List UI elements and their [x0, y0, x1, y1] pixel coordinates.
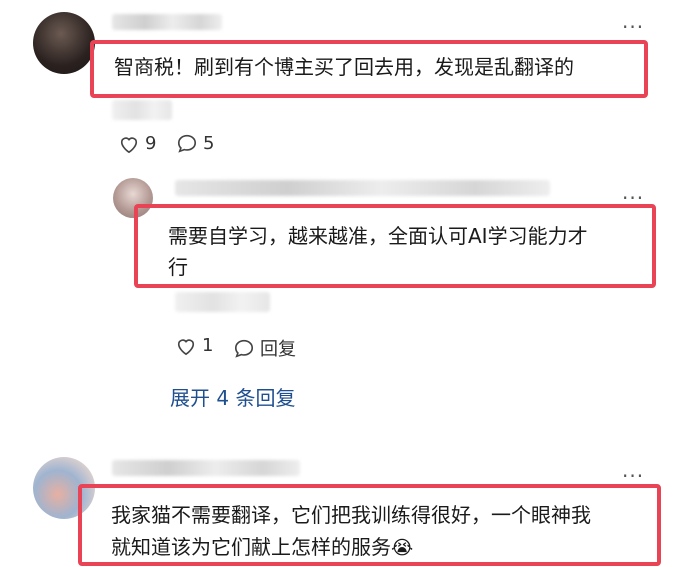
speech-bubble-icon [234, 339, 254, 358]
comment-meta-blurred [175, 292, 270, 312]
heart-outline-icon [177, 338, 195, 355]
reply-count-button[interactable]: 5 [176, 133, 214, 154]
avatar[interactable] [33, 12, 95, 74]
username-blurred[interactable] [175, 180, 550, 196]
comment-text-line2: 行 [168, 255, 188, 279]
reply-button[interactable]: 回复 [233, 335, 296, 361]
like-count: 9 [145, 133, 157, 154]
comment-text-line1: 我家猫不需要翻译，它们把我训练得很好，一个眼神我 [111, 503, 591, 527]
expand-replies-link[interactable]: 展开 4 条回复 [170, 382, 295, 411]
username-blurred[interactable] [112, 460, 300, 476]
more-dots-icon[interactable]: ··· [622, 466, 644, 486]
comment-text: 智商税！刷到有个博主买了回去用，发现是乱翻译的 [114, 55, 574, 79]
comment-meta-blurred [112, 100, 172, 120]
comment-text-line1: 需要自学习，越来越准，全面认可AI学习能力才 [168, 224, 588, 248]
like-count: 1 [202, 335, 214, 356]
username-blurred[interactable] [112, 14, 222, 30]
more-dots-icon[interactable]: ··· [622, 188, 644, 208]
like-button[interactable]: 9 [118, 133, 156, 154]
more-dots-icon[interactable]: ··· [622, 17, 644, 37]
comment-text-line2-content: 就知道该为它们献上怎样的服务 [111, 535, 391, 559]
comment-text-line2: 就知道该为它们献上怎样的服务😭 [111, 532, 413, 564]
like-button[interactable]: 1 [175, 335, 213, 356]
reply-label: 回复 [260, 339, 296, 360]
speech-bubble-icon [177, 134, 197, 153]
crying-face-emoji: 😭 [391, 537, 414, 559]
heart-outline-icon [120, 136, 138, 153]
reply-count: 5 [203, 133, 215, 154]
